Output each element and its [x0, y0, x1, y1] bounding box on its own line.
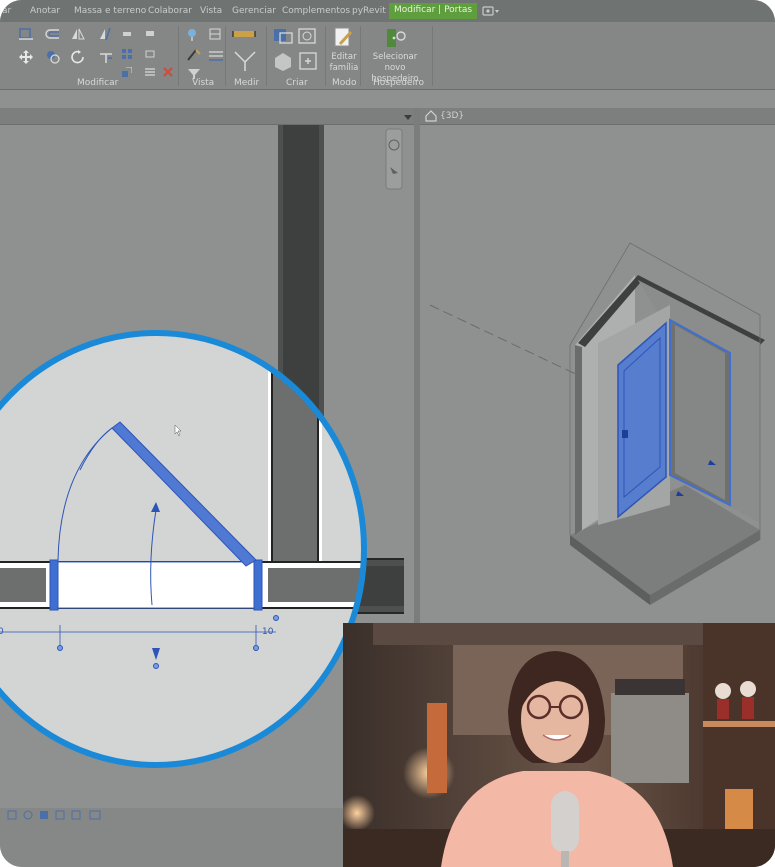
magnifier-callout: 10 0	[0, 330, 367, 768]
tab-gerenciar[interactable]: Gerenciar	[232, 6, 276, 16]
move-icon[interactable]	[18, 50, 34, 64]
copy-icon[interactable]	[45, 50, 61, 64]
tab-pyrevit[interactable]: pyRevit	[352, 6, 386, 16]
tab-massa-e-terreno[interactable]: Massa e terreno	[74, 6, 146, 16]
pin-icon[interactable]	[145, 29, 155, 39]
ribbon-separator	[225, 26, 226, 86]
group-label-modo: Modo	[332, 78, 357, 88]
list-icon[interactable]	[145, 67, 155, 77]
ribbon-separator	[325, 26, 326, 86]
trim-icon[interactable]	[98, 50, 114, 64]
array-icon[interactable]	[122, 49, 132, 59]
revit-window: ar Anotar Massa e terreno Colaborar Vist…	[0, 0, 775, 867]
3d-view-house-icon	[425, 110, 437, 122]
offset-icon[interactable]	[45, 27, 61, 41]
panel-dropdown-icon[interactable]	[482, 5, 500, 17]
linework-icon[interactable]	[208, 48, 224, 62]
create-similar-icon[interactable]	[297, 50, 319, 72]
group-label-modificar: Modificar	[77, 78, 119, 88]
measure-icon[interactable]	[232, 27, 258, 41]
view-controls-icons[interactable]	[6, 808, 126, 822]
ribbon-tab-bar: ar Anotar Massa e terreno Colaborar Vist…	[0, 0, 775, 22]
delete-icon[interactable]	[163, 67, 173, 77]
tab-arquitetura[interactable]: ar	[2, 6, 11, 16]
pick-new-host-label-1[interactable]: Selecionar	[360, 52, 430, 63]
split-icon[interactable]	[122, 29, 132, 39]
aligned-dimension-icon[interactable]	[232, 49, 258, 73]
edit-family-icon[interactable]	[332, 26, 354, 50]
align-icon[interactable]	[18, 27, 34, 41]
mirror-draw-icon[interactable]	[98, 27, 114, 41]
pick-new-host-icon[interactable]	[383, 26, 407, 50]
mirror-axis-icon[interactable]	[70, 27, 86, 41]
tab-complementos[interactable]: Complementos	[282, 6, 350, 16]
group-label-hospedeiro: Hospedeiro	[373, 78, 424, 88]
tab-anotar[interactable]: Anotar	[30, 6, 60, 16]
paint-icon[interactable]	[186, 48, 202, 62]
dimension-text-left[interactable]: 0	[0, 627, 4, 637]
group-label-criar: Criar	[286, 78, 308, 88]
ribbon-separator	[178, 26, 179, 86]
rotate-icon[interactable]	[70, 50, 86, 64]
plan-view-tab-header[interactable]	[0, 108, 414, 125]
create-assembly-icon[interactable]	[272, 27, 294, 45]
dimension-text-right[interactable]: 10	[262, 627, 274, 637]
group-label-medir: Medir	[234, 78, 260, 88]
tab-modificar-portas[interactable]: Modificar | Portas	[389, 3, 478, 19]
tab-vista[interactable]: Vista	[200, 6, 222, 16]
scale-icon[interactable]	[122, 67, 132, 77]
edit-family-label-2[interactable]: família	[328, 63, 360, 74]
ribbon-separator	[266, 26, 267, 86]
3d-view-title: {3D}	[440, 111, 465, 121]
navigation-bar[interactable]	[385, 128, 403, 190]
create-group-icon[interactable]	[272, 50, 294, 72]
webcam-overlay	[343, 623, 775, 867]
ribbon-panel: Editar família Selecionar novo hospedeir…	[0, 22, 775, 90]
tab-colaborar[interactable]: Colaborar	[148, 6, 192, 16]
edit-family-label-1[interactable]: Editar	[328, 52, 360, 63]
create-parts-icon[interactable]	[297, 27, 319, 45]
override-graphics-icon[interactable]	[186, 27, 202, 41]
view-menu-arrow-icon[interactable]	[404, 113, 412, 121]
unpin-icon[interactable]	[145, 49, 155, 59]
3d-view-tab-header[interactable]	[420, 108, 775, 125]
hide-element-icon[interactable]	[208, 27, 224, 41]
group-label-vista: Vista	[192, 78, 215, 88]
ribbon-separator	[432, 26, 433, 86]
